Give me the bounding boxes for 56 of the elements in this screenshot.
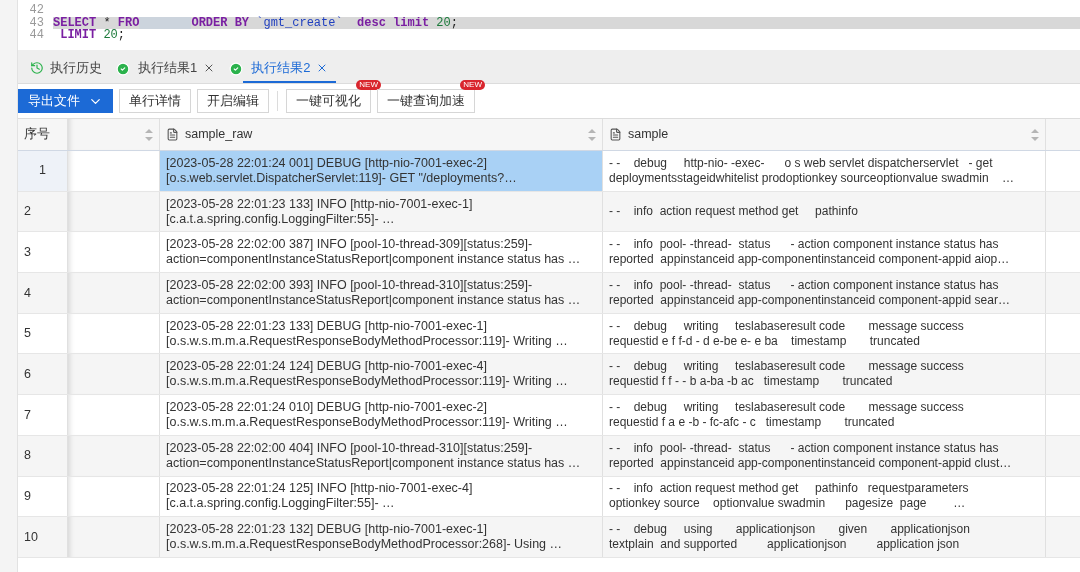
line-number: 44 (28, 29, 44, 42)
line-number: 43 (28, 16, 44, 29)
sort-icon[interactable] (145, 128, 153, 141)
table-cell: - - info action request method get pathinfo requestparameters optionkey source optionvalue swadmin pagesize page … (609, 481, 969, 512)
toolbar-button[interactable]: 单行详情 (119, 89, 191, 113)
sort-icon[interactable] (588, 128, 596, 141)
row-number: 7 (24, 406, 31, 424)
file-icon (166, 128, 179, 141)
table-cell: [2023-05-28 22:01:24 010] DEBUG [http-nio-7001-exec-2] [o.s.w.s.m.m.a.RequestResponseBodyMethodProcessor:119]- Writing … (166, 399, 568, 430)
result-tab[interactable]: 执行结果2 (243, 55, 337, 83)
code-line: LIMIT 20; (59, 29, 126, 42)
file-icon (609, 128, 622, 141)
row-number: 10 (24, 528, 38, 546)
code-line: SELECT * FRO ORDER BY `gmt_create` desc limit 20; (53, 16, 458, 29)
history-icon (30, 61, 44, 75)
column-header: sample_raw (185, 126, 254, 144)
row-number: 1 (39, 162, 46, 180)
result-tab[interactable]: 执行结果1 (130, 55, 224, 83)
redaction-mark (139, 16, 192, 29)
table-cell: [2023-05-28 22:01:23 133] DEBUG [http-nio-7001-exec-1] [o.s.w.s.m.m.a.RequestResponseBodyMethodProcessor:119]- Writing … (166, 318, 568, 349)
row-number: 3 (24, 243, 31, 261)
row-number: 6 (24, 365, 31, 383)
new-badge: NEW (460, 80, 485, 90)
column-header: sample (628, 126, 670, 144)
table-cell: [2023-05-28 22:02:00 393] INFO [pool-10-thread-310][status:259]- action=componentInstanceStatusReport|component instance status has … (166, 277, 581, 308)
row-number: 8 (24, 447, 31, 465)
table-cell: - - debug http-nio- -exec- o s web servlet dispatcherservlet - get deploymentsstageidwhitelist prodoptionkey sourceoptionvalue swadmin … (609, 155, 1014, 186)
table-cell: - - info pool- -thread- status - action component instance status has reported appinstanceid app-componentinstanceid component-appid sear… (609, 277, 1010, 308)
table-cell: - - debug writing teslabaseresult code message success requestid e f f-d - d e-be e- e ba timestamp truncated (609, 318, 964, 349)
result-tab[interactable]: 执行历史 (22, 55, 110, 83)
line-number: 42 (28, 4, 44, 17)
toolbar-button[interactable]: 导出文件 (18, 89, 113, 113)
sort-icon[interactable] (1031, 128, 1039, 141)
table-cell: - - debug using applicationjson given applicationjson textplain and supported applicationjson application json (609, 522, 970, 553)
table-cell: - - debug writing teslabaseresult code message success requestid f f - - b a-ba -b ac timestamp truncated (609, 359, 964, 390)
table-cell: [2023-05-28 22:01:24 125] INFO [http-nio-7001-exec-4] [c.a.t.a.spring.config.LoggingFilter:55]- … (166, 481, 473, 512)
table-cell: [2023-05-28 22:01:24 001] DEBUG [http-nio-7001-exec-2] [o.s.web.servlet.DispatcherServlet:119]- GET "/deployments?… (166, 155, 517, 186)
toolbar-button[interactable]: 开启编辑 (197, 89, 269, 113)
selected-cell[interactable]: [2023-05-28 22:01:24 001] DEBUG [http-nio-7001-exec-2] [o.s.web.servlet.DispatcherServlet:119]- GET "/deployments?… (160, 151, 603, 191)
table-cell: - - info action request method get pathinfo (609, 204, 858, 220)
row-number: 2 (24, 203, 31, 221)
row-number: 4 (24, 284, 31, 302)
column-header: 序号 (24, 126, 51, 144)
toolbar-button[interactable]: 一键可视化 (286, 89, 371, 113)
table-cell: [2023-05-28 22:02:00 387] INFO [pool-10-thread-309][status:259]- action=componentInstanceStatusReport|component instance status has … (166, 237, 581, 268)
table-cell: [2023-05-28 22:01:24 124] DEBUG [http-nio-7001-exec-4] [o.s.w.s.m.m.a.RequestResponseBodyMethodProcessor:119]- Writing … (166, 359, 568, 390)
table-cell: - - info pool- -thread- status - action component instance status has reported appinstanceid app-componentinstanceid component-appid aiop… (609, 237, 1010, 268)
table-cell: [2023-05-28 22:02:00 404] INFO [pool-10-thread-310][status:259]- action=componentInstanceStatusReport|component instance status has … (166, 440, 581, 471)
table-cell: - - info pool- -thread- status - action component instance status has reported appinstanceid app-componentinstanceid component-appid clust… (609, 440, 1012, 471)
table-cell: - - debug writing teslabaseresult code message success requestid f a e -b - fc-afc - c timestamp truncated (609, 399, 964, 430)
table-cell: [2023-05-28 22:01:23 132] DEBUG [http-nio-7001-exec-1] [o.s.w.s.m.m.a.RequestResponseBodyMethodProcessor:268]- Using … (166, 522, 562, 553)
row-number: 5 (24, 325, 31, 343)
row-number: 9 (24, 487, 31, 505)
toolbar-button[interactable]: 一键查询加速 (377, 89, 475, 113)
new-badge: NEW (356, 80, 381, 90)
table-cell: [2023-05-28 22:01:23 133] INFO [http-nio-7001-exec-1] [c.a.t.a.spring.config.LoggingFilter:55]- … (166, 196, 473, 227)
